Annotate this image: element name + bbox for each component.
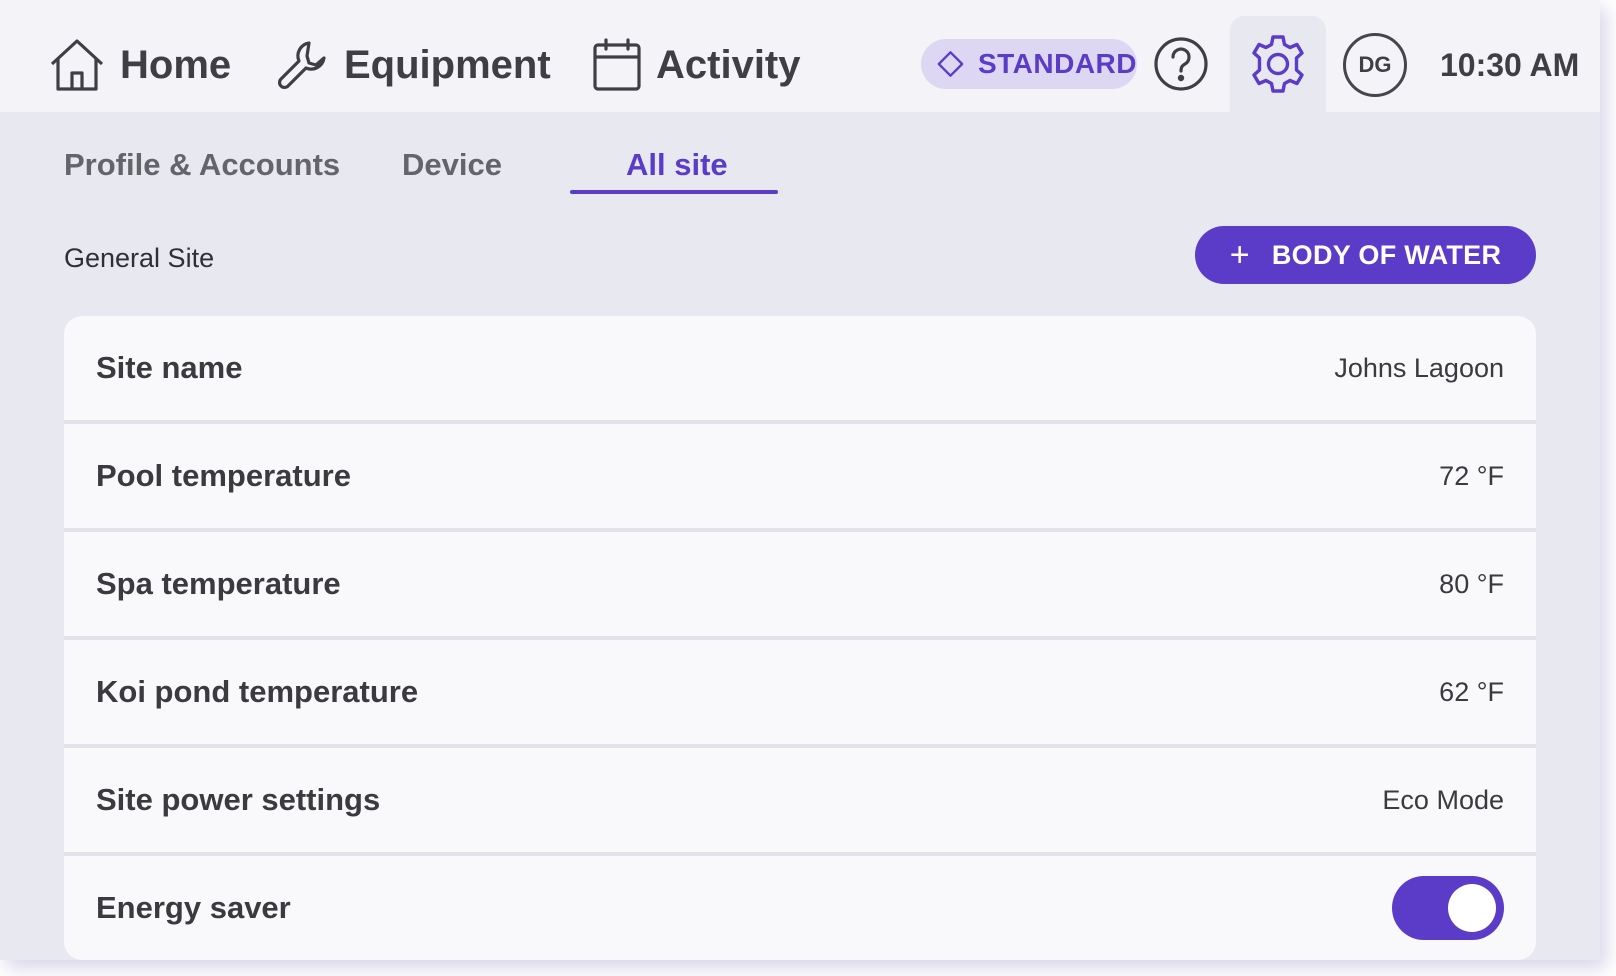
energy-saver-toggle[interactable] (1392, 876, 1504, 940)
nav-activity-label: Activity (656, 42, 801, 87)
clock: 10:30 AM (1440, 47, 1580, 83)
tab-all-site[interactable]: All site (626, 144, 728, 186)
home-icon (50, 39, 104, 91)
toggle-knob (1448, 884, 1496, 932)
help-button[interactable] (1153, 36, 1209, 92)
setting-label: Site name (96, 350, 243, 385)
tab-device[interactable]: Device (402, 144, 502, 186)
gear-icon (1252, 35, 1304, 93)
top-bar: Home Equipment Activity STANDARD DG 10:3… (0, 0, 1600, 112)
setting-value: Johns Lagoon (1334, 352, 1504, 383)
setting-label: Pool temperature (96, 458, 351, 493)
setting-value: 72 °F (1439, 460, 1504, 491)
setting-value: Eco Mode (1382, 784, 1504, 815)
add-body-of-water-button[interactable]: + BODY OF WATER (1195, 226, 1536, 284)
nav-equipment[interactable]: Equipment (276, 34, 551, 96)
setting-label: Spa temperature (96, 566, 341, 601)
section-title: General Site (64, 243, 215, 273)
setting-value: 62 °F (1439, 676, 1504, 707)
setting-row-energy-saver: Energy saver (64, 856, 1536, 960)
diamond-icon (937, 51, 964, 77)
setting-row-site-power-settings[interactable]: Site power settings Eco Mode (64, 748, 1536, 852)
add-button-label: BODY OF WATER (1271, 239, 1502, 270)
setting-value: 80 °F (1439, 568, 1504, 599)
nav-home[interactable]: Home (48, 34, 231, 96)
setting-row-spa-temperature[interactable]: Spa temperature 80 °F (64, 532, 1536, 636)
plan-badge[interactable]: STANDARD (921, 39, 1137, 89)
setting-row-koi-pond-temperature[interactable]: Koi pond temperature 62 °F (64, 640, 1536, 744)
setting-row-pool-temperature[interactable]: Pool temperature 72 °F (64, 424, 1536, 528)
nav-activity[interactable]: Activity (592, 34, 801, 96)
active-tab-indicator (570, 190, 778, 194)
settings-screen: Home Equipment Activity STANDARD DG 10:3… (0, 0, 1600, 960)
settings-list: Site name Johns Lagoon Pool temperature … (64, 316, 1536, 960)
setting-label: Site power settings (96, 782, 381, 817)
setting-label: Koi pond temperature (96, 674, 419, 709)
setting-label: Energy saver (96, 890, 291, 925)
calendar-icon (593, 38, 641, 91)
wrench-icon (277, 41, 326, 90)
setting-row-site-name[interactable]: Site name Johns Lagoon (64, 316, 1536, 420)
plus-icon: + (1229, 236, 1250, 274)
nav-equipment-label: Equipment (344, 42, 551, 87)
nav-home-label: Home (120, 42, 232, 87)
help-icon (1154, 37, 1208, 91)
plan-badge-label: STANDARD (977, 48, 1137, 79)
tab-profile-accounts[interactable]: Profile & Accounts (64, 144, 340, 186)
settings-button[interactable] (1230, 16, 1326, 112)
user-avatar[interactable]: DG (1343, 33, 1407, 97)
